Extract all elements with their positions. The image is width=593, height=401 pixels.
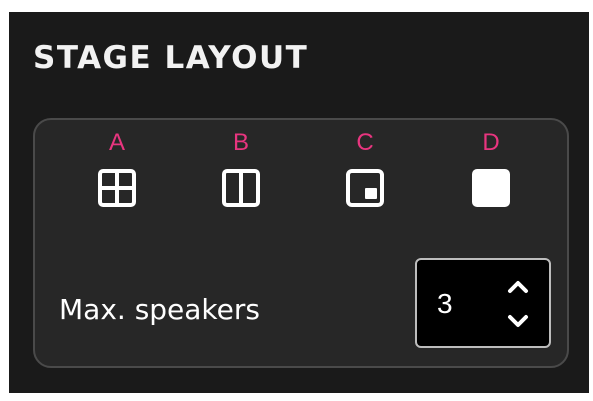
split-two-columns-icon	[219, 166, 263, 210]
single-full-square-icon	[469, 166, 513, 210]
layout-letter: D	[482, 129, 500, 156]
layout-letter: B	[232, 129, 249, 156]
section-title: STAGE LAYOUT	[33, 40, 309, 76]
layout-letter: C	[356, 129, 374, 156]
chevron-up-icon[interactable]	[503, 274, 533, 300]
max-speakers-value[interactable]: 3	[437, 284, 453, 324]
layout-option-b[interactable]: B	[211, 130, 271, 214]
max-speakers-label: Max. speakers	[59, 293, 260, 326]
chevron-down-icon[interactable]	[503, 308, 533, 334]
layout-letter: A	[108, 129, 125, 156]
picture-in-picture-icon	[343, 166, 387, 210]
layout-option-d[interactable]: D	[461, 130, 521, 214]
layout-option-a[interactable]: A	[87, 130, 147, 214]
layout-options: A B C D	[35, 120, 567, 220]
layout-option-c[interactable]: C	[335, 130, 395, 214]
layout-card: A B C D Max. speakers 3	[33, 118, 569, 368]
grid-four-icon	[95, 166, 139, 210]
max-speakers-stepper[interactable]: 3	[415, 258, 551, 348]
stage-layout-panel: STAGE LAYOUT A B C D Max. speakers 3	[9, 12, 589, 393]
